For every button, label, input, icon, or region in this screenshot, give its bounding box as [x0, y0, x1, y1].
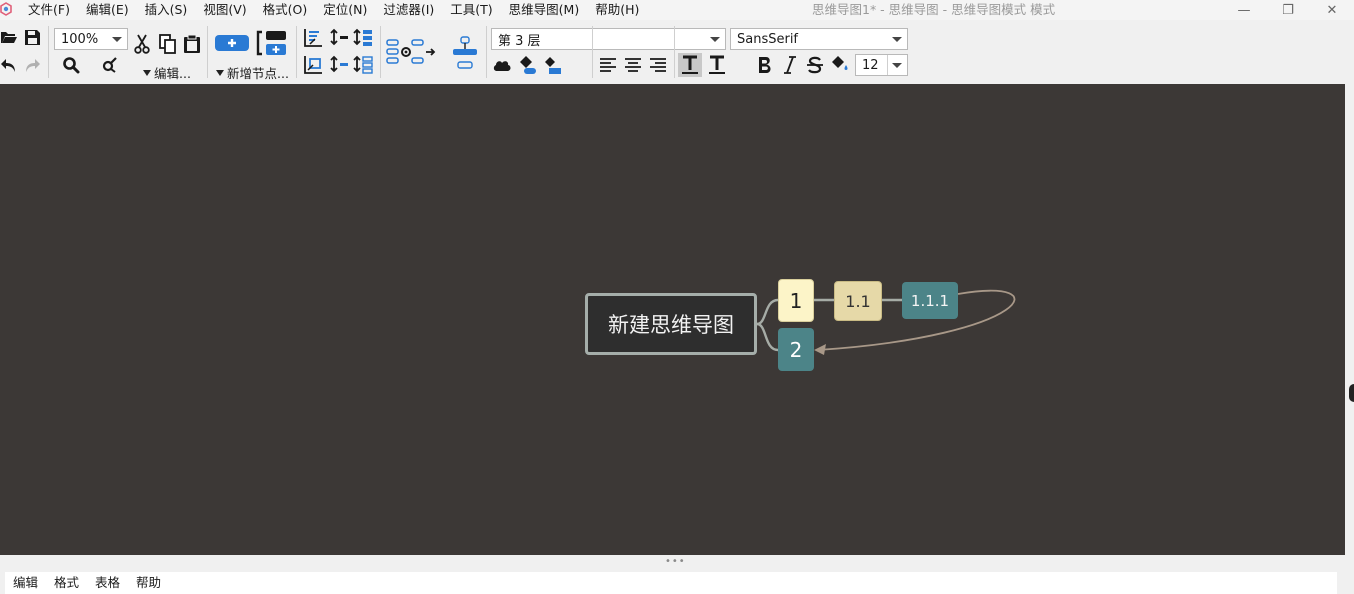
zoom-select[interactable]: 100%: [54, 28, 128, 50]
menu-bar: 文件(F) 编辑(E) 插入(S) 视图(V) 格式(O) 定位(N) 过滤器(…: [20, 1, 647, 19]
triangle-down-icon: [143, 69, 151, 76]
menu-help[interactable]: 帮助(H): [587, 1, 647, 19]
layout-settings-icon[interactable]: [386, 38, 438, 66]
minimize-button[interactable]: —: [1221, 0, 1267, 20]
sort-children-icon[interactable]: [302, 27, 324, 49]
align-left-icon[interactable]: [598, 55, 618, 75]
restore-button[interactable]: ❐: [1265, 0, 1311, 20]
copy-icon[interactable]: [158, 33, 178, 55]
outline-list-icon[interactable]: [352, 54, 374, 76]
right-edge-strip: [1345, 84, 1354, 555]
node-color-icon[interactable]: [516, 53, 538, 77]
toolbar-separator: [674, 26, 675, 78]
mindmap-canvas[interactable]: 新建思维导图 1 2 1.1 1.1.1: [0, 84, 1345, 555]
cloud-icon[interactable]: [491, 54, 513, 76]
align-center-icon[interactable]: [623, 55, 643, 75]
triangle-down-icon: [216, 69, 224, 76]
move-down-icon[interactable]: [328, 54, 350, 76]
font-size-select[interactable]: 12: [855, 54, 908, 76]
zoom-value: 100%: [61, 31, 99, 47]
menu-mindmap[interactable]: 思维导图(M): [501, 1, 588, 19]
font-family-value: SansSerif: [737, 31, 799, 47]
chevron-down-icon: [710, 37, 720, 42]
toolbar-separator: [207, 26, 208, 78]
open-icon[interactable]: [0, 27, 18, 47]
edit-dropdown[interactable]: 编辑...: [143, 63, 191, 82]
chevron-down-icon: [892, 63, 902, 68]
window-title: 思维导图1* - 思维导图 - 思维导图模式 模式: [812, 2, 1056, 17]
fill-color-icon[interactable]: [829, 53, 851, 77]
node-1-1[interactable]: 1.1: [834, 281, 882, 321]
node-2[interactable]: 2: [778, 328, 814, 371]
text-highlight-icon[interactable]: [678, 53, 702, 77]
save-icon[interactable]: [23, 27, 41, 47]
splitter-grip-icon: •••: [665, 556, 686, 567]
bold-icon[interactable]: [755, 54, 775, 76]
menu-filter[interactable]: 过滤器(I): [375, 1, 442, 19]
title-bar: 文件(F) 编辑(E) 插入(S) 视图(V) 格式(O) 定位(N) 过滤器(…: [0, 0, 1354, 20]
toolbar-separator: [486, 26, 487, 78]
find-icon[interactable]: [60, 55, 82, 75]
chevron-down-icon: [112, 37, 122, 42]
text-underline-icon[interactable]: [705, 53, 729, 77]
menu-view[interactable]: 视图(V): [195, 1, 254, 19]
tab-edit[interactable]: 编辑: [5, 572, 46, 594]
level-select-value: 第 3 层: [498, 33, 541, 49]
edit-node-icon[interactable]: [99, 55, 121, 75]
italic-icon[interactable]: [780, 54, 800, 76]
align-nodes-icon[interactable]: [452, 36, 478, 70]
paste-icon[interactable]: [182, 33, 202, 55]
new-node-dropdown-label: 新增节点...: [227, 66, 289, 81]
menu-insert[interactable]: 插入(S): [137, 1, 196, 19]
strikethrough-icon[interactable]: [804, 54, 826, 76]
panel-splitter[interactable]: •••: [0, 555, 1354, 572]
level-select[interactable]: 第 3 层: [491, 28, 726, 50]
toolbar-separator: [380, 26, 381, 78]
tab-help[interactable]: 帮助: [128, 572, 169, 594]
undo-icon[interactable]: [0, 55, 18, 75]
add-sibling-icon[interactable]: [256, 29, 288, 57]
toolbar-separator: [592, 26, 593, 78]
font-family-select[interactable]: SansSerif: [730, 28, 908, 50]
app-logo-icon: [0, 2, 12, 16]
bottom-tab-bar: 编辑 格式 表格 帮助: [5, 572, 1337, 594]
node-1[interactable]: 1: [778, 279, 814, 322]
redo-icon[interactable]: [23, 55, 41, 75]
menu-edit[interactable]: 编辑(E): [78, 1, 137, 19]
menu-tools[interactable]: 工具(T): [442, 1, 500, 19]
connector-arrowhead: [814, 344, 826, 355]
new-node-dropdown[interactable]: 新增节点...: [216, 63, 289, 82]
move-list-icon[interactable]: [352, 27, 374, 49]
menu-file[interactable]: 文件(F): [20, 1, 78, 19]
combo-divider: [887, 55, 888, 75]
edge-root-to-1: [756, 298, 779, 326]
node-background-icon[interactable]: [541, 53, 563, 77]
fold-icon[interactable]: [302, 54, 324, 76]
cut-icon[interactable]: [133, 33, 151, 55]
tab-table[interactable]: 表格: [87, 572, 128, 594]
menu-format[interactable]: 格式(O): [255, 1, 316, 19]
edit-dropdown-label: 编辑...: [154, 66, 191, 81]
node-1-1-1[interactable]: 1.1.1: [902, 282, 958, 319]
add-child-icon[interactable]: [214, 33, 250, 53]
menu-navigate[interactable]: 定位(N): [315, 1, 375, 19]
toolbar: 100% 编辑... 新增节点... 第 3 层 SansSerif 12: [0, 20, 1354, 84]
collapse-handle[interactable]: [1349, 384, 1354, 402]
toolbar-separator: [48, 26, 49, 78]
font-size-value: 12: [862, 57, 879, 73]
toolbar-separator: [296, 26, 297, 78]
root-node[interactable]: 新建思维导图: [585, 293, 757, 355]
align-right-icon[interactable]: [648, 55, 668, 75]
chevron-down-icon: [892, 37, 902, 42]
close-button[interactable]: ✕: [1309, 0, 1354, 20]
tab-format[interactable]: 格式: [46, 572, 87, 594]
edge-root-to-2: [756, 322, 779, 352]
move-up-icon[interactable]: [328, 27, 350, 49]
